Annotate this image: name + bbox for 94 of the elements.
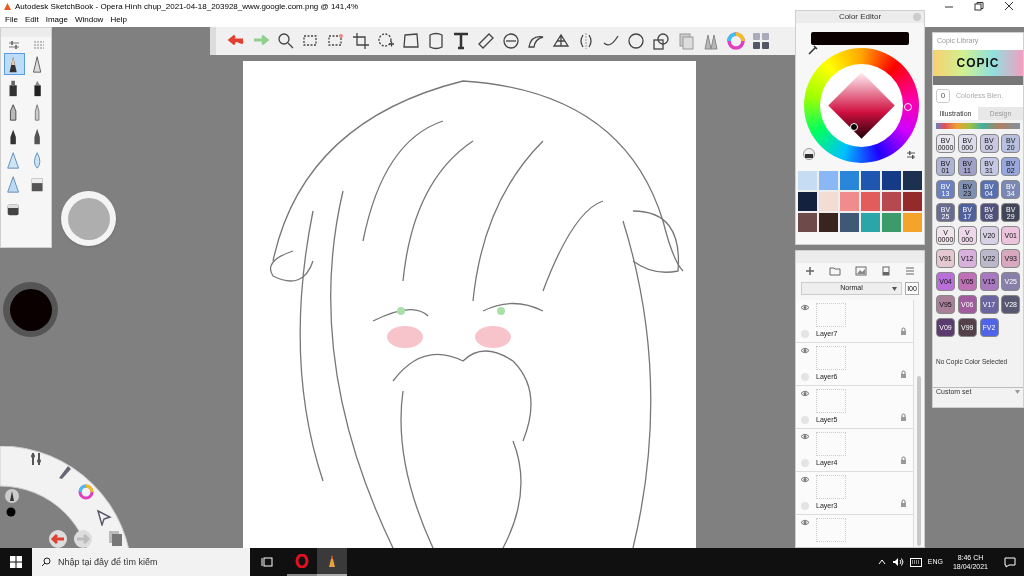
color-swatch[interactable] xyxy=(861,192,880,211)
lock-icon[interactable] xyxy=(900,413,907,421)
color-swatch[interactable] xyxy=(819,213,838,232)
bucket-icon[interactable] xyxy=(426,31,446,51)
zoom-icon[interactable] xyxy=(276,31,296,51)
brush-icon[interactable] xyxy=(3,53,25,75)
speaker-icon[interactable] xyxy=(891,557,904,567)
color-swatch[interactable] xyxy=(903,213,922,232)
layer-thumbnail xyxy=(816,346,846,370)
eye-icon[interactable] xyxy=(800,433,810,440)
layer-thumbnail xyxy=(816,389,846,413)
text-icon[interactable] xyxy=(451,31,471,51)
menu-icon[interactable] xyxy=(905,266,915,276)
image-icon[interactable] xyxy=(855,266,867,276)
search-field[interactable]: Nhập tại đây để tìm kiếm xyxy=(32,548,250,576)
layer-thumbnail xyxy=(816,475,846,499)
brush-properties-icon[interactable] xyxy=(7,40,20,50)
save-icon[interactable] xyxy=(881,266,891,276)
menu-item[interactable]: Help xyxy=(110,14,127,26)
app-icon xyxy=(3,2,12,11)
lock-icon[interactable] xyxy=(900,327,907,335)
layer-thumbnail xyxy=(816,432,846,456)
lock-icon[interactable] xyxy=(900,456,907,464)
menu-item[interactable]: Image xyxy=(45,14,68,26)
color-swatch[interactable] xyxy=(861,213,880,232)
color-swatch[interactable] xyxy=(882,213,901,232)
chevron-up-icon[interactable] xyxy=(877,559,886,565)
eye-icon[interactable] xyxy=(800,476,810,483)
grid-icon[interactable] xyxy=(751,31,771,51)
lock-icon[interactable] xyxy=(900,370,907,378)
current-color-swatch[interactable] xyxy=(9,288,52,331)
menu-item[interactable]: File xyxy=(5,14,18,26)
color-swatch[interactable] xyxy=(840,213,859,232)
notification-icon[interactable] xyxy=(1004,556,1016,568)
color-family-strip[interactable] xyxy=(936,123,1020,129)
layer-thumbnail xyxy=(816,518,846,542)
copic-logo: COPIC xyxy=(956,55,1000,72)
folder-icon[interactable] xyxy=(829,266,841,276)
color-dot-icon[interactable] xyxy=(5,506,17,518)
menu-item[interactable]: Edit xyxy=(24,14,39,26)
add-layer-icon[interactable] xyxy=(805,266,815,276)
dropdown-caret-icon xyxy=(892,286,897,291)
panel-title: Color Editor xyxy=(838,11,882,23)
dropdown-caret-icon xyxy=(1015,390,1020,395)
window-title: Autodesk SketchBook - Opera Hình chụp_2021-04-18_203928_www.google.com.png @ 141,4% xyxy=(15,0,358,13)
windows-logo-icon[interactable] xyxy=(10,556,22,568)
color-wheel-icon[interactable] xyxy=(726,31,746,51)
color-swatch[interactable] xyxy=(798,171,817,190)
eye-icon[interactable] xyxy=(800,304,810,311)
lock-icon[interactable] xyxy=(900,499,907,507)
layer-thumbnail xyxy=(816,303,846,327)
eye-icon[interactable] xyxy=(800,390,810,397)
task-view-icon[interactable] xyxy=(261,557,273,567)
color-swatch[interactable] xyxy=(861,171,880,190)
color-swatch[interactable] xyxy=(798,192,817,211)
color-swatch[interactable] xyxy=(903,171,922,190)
color-wheel-icon[interactable] xyxy=(77,483,95,501)
copy-icon[interactable] xyxy=(676,31,696,51)
letter-o-logo-icon xyxy=(295,554,309,568)
eye-icon[interactable] xyxy=(800,519,810,526)
brush-size-preview xyxy=(67,197,110,240)
color-swatch[interactable] xyxy=(819,171,838,190)
pencil-icon xyxy=(327,554,337,568)
layers-icon[interactable] xyxy=(106,528,124,546)
color-swatch[interactable] xyxy=(798,213,817,232)
select-arrow-icon[interactable] xyxy=(95,508,113,526)
ellipse-guide-icon[interactable] xyxy=(501,31,521,51)
eyedropper-icon[interactable] xyxy=(808,45,818,55)
color-swatch[interactable] xyxy=(819,192,838,211)
color-picker-handle[interactable] xyxy=(850,123,858,131)
redo-icon[interactable] xyxy=(74,530,92,548)
menu-item[interactable]: Window xyxy=(74,14,104,26)
circle-icon[interactable] xyxy=(626,31,646,51)
colorless-blender-swatch[interactable]: 0 xyxy=(936,89,950,103)
crop-icon[interactable] xyxy=(351,31,371,51)
search-icon xyxy=(41,557,51,567)
shapes-icon[interactable] xyxy=(651,31,671,51)
color-mixer-icon[interactable] xyxy=(803,148,815,160)
color-swatch[interactable] xyxy=(882,171,901,190)
color-swatch[interactable] xyxy=(840,171,859,190)
undo-icon[interactable] xyxy=(49,530,67,548)
pencil-icon[interactable] xyxy=(3,487,21,505)
ruler-icon[interactable] xyxy=(476,31,496,51)
distort-icon[interactable] xyxy=(401,31,421,51)
color-puck[interactable] xyxy=(3,282,58,337)
keyboard-icon[interactable] xyxy=(909,557,922,567)
taskbar-app[interactable] xyxy=(317,548,347,576)
scrollbar[interactable] xyxy=(917,376,921,546)
color-settings-icon[interactable] xyxy=(906,150,916,160)
color-swatch[interactable] xyxy=(840,192,859,211)
brush-puck[interactable] xyxy=(61,191,116,246)
color-swatch[interactable] xyxy=(882,192,901,211)
eye-icon[interactable] xyxy=(800,347,810,354)
color-swatch[interactable] xyxy=(903,192,922,211)
